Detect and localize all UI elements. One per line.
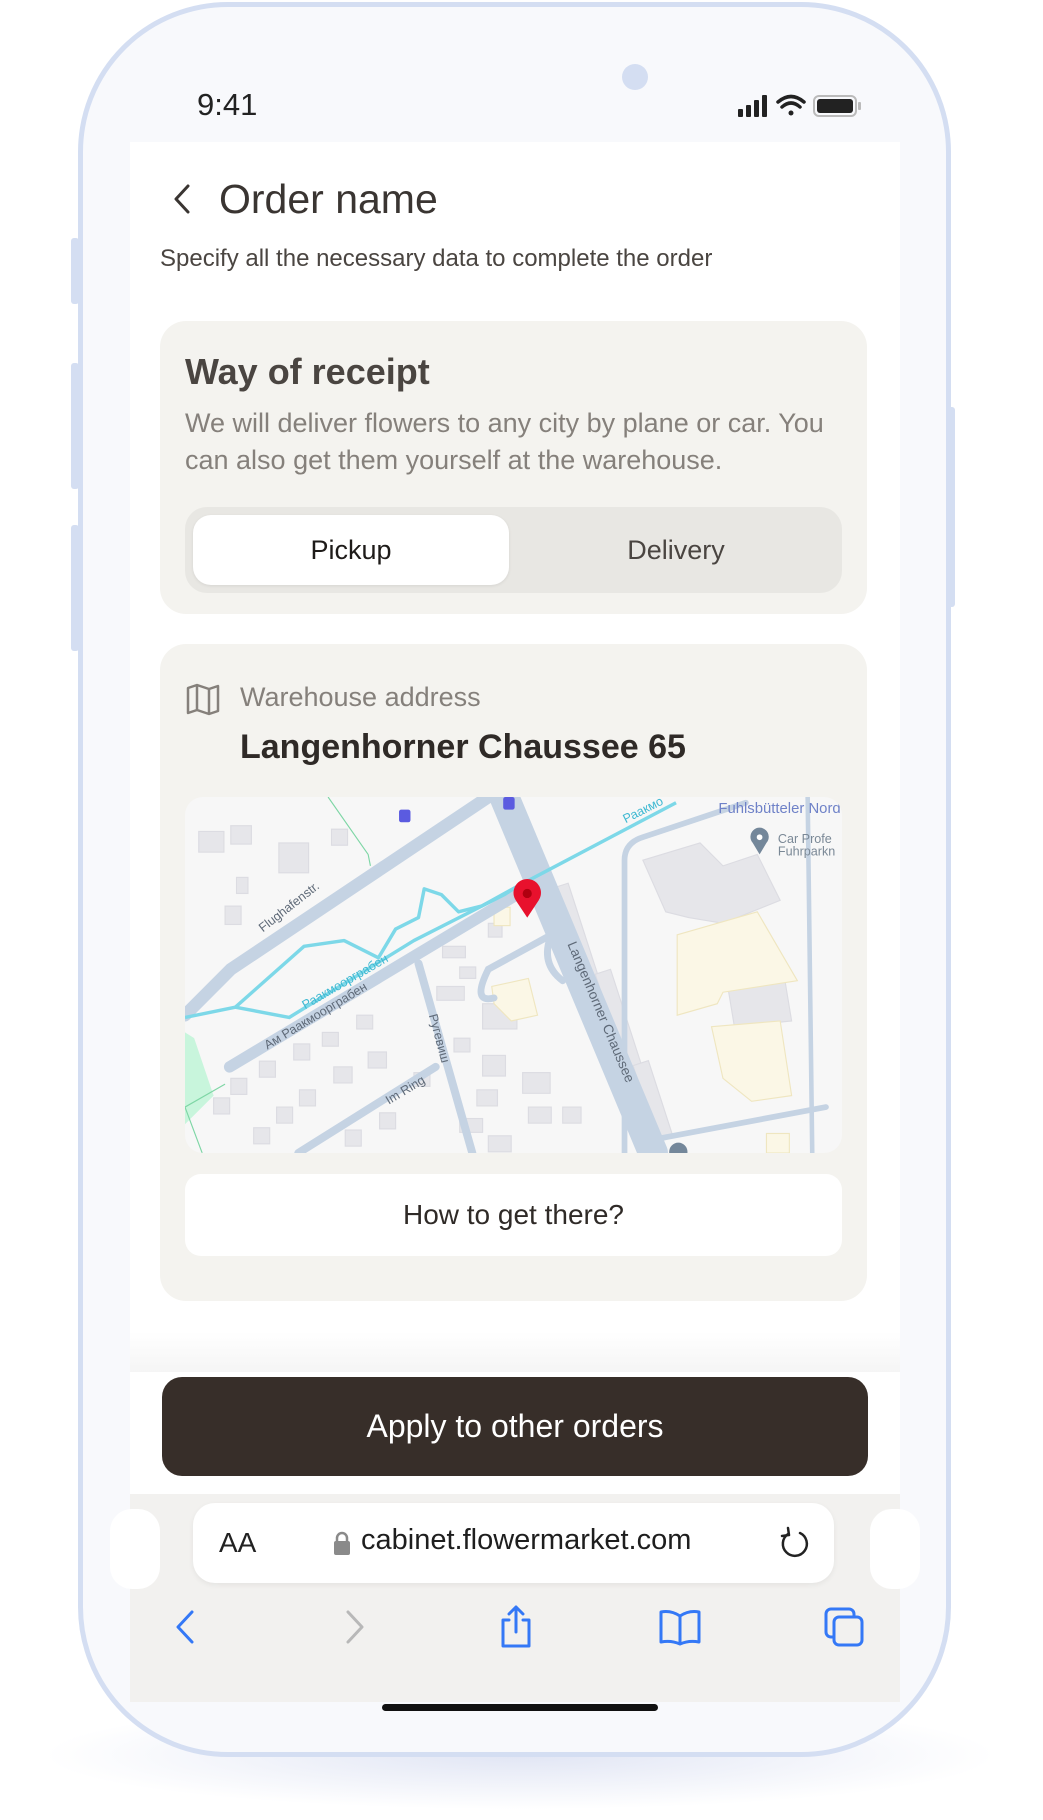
phone-frame: 9:41 Order name Specify all the necessar… xyxy=(78,2,951,1757)
lock-icon xyxy=(334,1531,350,1555)
page-title: Order name xyxy=(219,176,438,222)
bookmarks-icon[interactable] xyxy=(657,1604,703,1650)
reload-icon[interactable] xyxy=(778,1525,812,1561)
tabs-icon[interactable] xyxy=(821,1604,867,1650)
map-label-top: Fuhlsbütteler Nord xyxy=(718,801,840,817)
warehouse-card: Warehouse address Langenhorner Chaussee … xyxy=(160,644,867,1301)
section-description: We will deliver flowers to any city by p… xyxy=(185,408,824,475)
way-of-receipt-card: Way of receipt We will deliver flowers t… xyxy=(160,321,867,614)
address-bar[interactable]: AA cabinet.flowermarket.com xyxy=(193,1503,834,1583)
warehouse-label: Warehouse address xyxy=(240,682,481,712)
wifi-icon xyxy=(776,94,806,116)
map-poi-pin-icon-2 xyxy=(669,1142,688,1153)
receipt-segmented-control: Pickup Delivery xyxy=(185,507,842,593)
map-label-rugevish: Ругевиш xyxy=(426,1012,452,1064)
next-tab-stub[interactable] xyxy=(870,1509,920,1589)
forward-icon[interactable] xyxy=(330,1604,376,1650)
content-fade xyxy=(130,1332,900,1372)
map-label-im-ring: Im Ring xyxy=(383,1073,427,1107)
text-size-button[interactable]: AA xyxy=(219,1527,256,1559)
signal-icon xyxy=(738,95,767,117)
section-title: Way of receipt xyxy=(185,351,430,392)
map-label-poi-2: Fuhrparkn xyxy=(778,845,835,859)
map-poi-pin-icon xyxy=(750,827,769,855)
share-icon[interactable] xyxy=(493,1604,539,1650)
apply-to-other-orders-button[interactable]: Apply to other orders xyxy=(162,1377,868,1476)
segment-pickup[interactable]: Pickup xyxy=(193,515,509,585)
status-icons xyxy=(738,94,861,117)
home-indicator[interactable] xyxy=(382,1704,658,1711)
chevron-left-icon[interactable] xyxy=(168,182,198,216)
url-text[interactable]: cabinet.flowermarket.com xyxy=(361,1524,691,1557)
camera-dot xyxy=(622,64,648,90)
back-icon[interactable] xyxy=(164,1604,210,1650)
warehouse-address: Langenhorner Chaussee 65 xyxy=(240,728,686,766)
map-icon xyxy=(186,683,220,716)
page-subtitle: Specify all the necessary data to comple… xyxy=(160,245,713,272)
previous-tab-stub[interactable] xyxy=(110,1509,160,1589)
safari-toolbar: AA cabinet.flowermarket.com xyxy=(110,1494,920,1702)
segment-delivery[interactable]: Delivery xyxy=(518,515,834,585)
status-time: 9:41 xyxy=(197,87,258,122)
battery-icon xyxy=(813,95,861,117)
map-view[interactable]: Flughafenstr. Ам Раакмоорграбен Ругевиш … xyxy=(185,797,842,1153)
how-to-get-there-button[interactable]: How to get there? xyxy=(185,1174,842,1256)
